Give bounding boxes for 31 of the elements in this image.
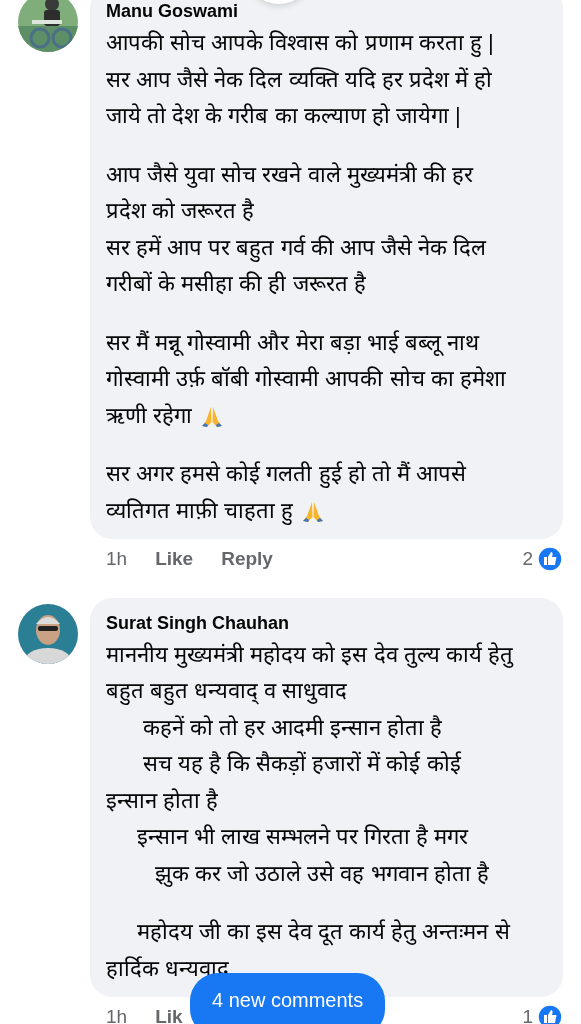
comment-text: बहुत बहुत धन्यवाद् व साधुवाद xyxy=(106,678,348,703)
comment-text: जाये तो देश के गरीब का कल्याण हो जायेगा | xyxy=(106,103,461,128)
comment-text: कहनें को तो हर आदमी इन्सान होता है xyxy=(141,714,443,740)
comment-time: 1h xyxy=(106,547,128,571)
thumbs-up-icon xyxy=(537,1004,563,1024)
comment-text: सच यह है कि सैकड़ों हजारों में कोई कोई xyxy=(141,751,461,776)
thumbs-up-icon xyxy=(537,546,563,573)
comment-text: सर अगर हमसे कोई गलती हुई हो तो मैं आपसे xyxy=(106,461,466,486)
comment-text: सर मैं मन्नू गोस्वामी और मेरा बड़ा भाई बब्लू नाथ xyxy=(106,329,479,355)
comment-text: गोस्वामी उर्फ़ बॉबी गोस्वामी आपकी सोच का हमेशा xyxy=(106,366,506,391)
author-name[interactable]: Surat Singh Chauhan xyxy=(106,609,289,637)
comment-time: 1h xyxy=(106,1005,128,1024)
comment-text: गरीबों के मसीहा की ही जरूरत है xyxy=(106,271,366,296)
comment-text: व्यतिगत माफ़ी चाहता हु xyxy=(106,497,294,523)
comment-text: सर आप जैसे नेक दिल व्यक्ति यदि हर प्रदेश में हो xyxy=(106,66,493,92)
reaction-count: 2 xyxy=(522,547,533,571)
comment-text: महोदय जी का इस देव दूत कार्य हेतु अन्तःमन से xyxy=(135,919,510,944)
author-name[interactable]: Manu Goswami xyxy=(106,0,239,25)
reply-link[interactable]: Reply xyxy=(221,545,273,574)
reaction-count: 1 xyxy=(522,1005,533,1024)
comment-text: झुक कर जो उठाले उसे वह भगवान होता है xyxy=(153,860,489,886)
comment-text: सर हमें आप पर बहुत गर्व की आप जैसे नेक दिल xyxy=(106,234,487,260)
comment-text: आपकी सोच आपके विश्वास को प्रणाम करता हु | xyxy=(106,30,494,55)
like-link[interactable]: Like xyxy=(155,545,194,574)
comment-text: ऋणी रहेगा xyxy=(106,402,193,428)
comment-text: प्रदेश को जरूरत है xyxy=(106,198,255,223)
comment-text: इन्सान होता है xyxy=(106,787,219,813)
like-link[interactable]: Lik xyxy=(155,1003,183,1024)
comment-text: माननीय मुख्यमंत्री महोदय को इस देव तुल्य कार्य हेतु xyxy=(106,641,513,667)
comment-text: इन्सान भी लाख सम्भलने पर गिरता है मगर xyxy=(135,824,469,849)
comment-text: आप जैसे युवा सोच रखने वाले मुख्यमंत्री की हर xyxy=(106,161,473,187)
